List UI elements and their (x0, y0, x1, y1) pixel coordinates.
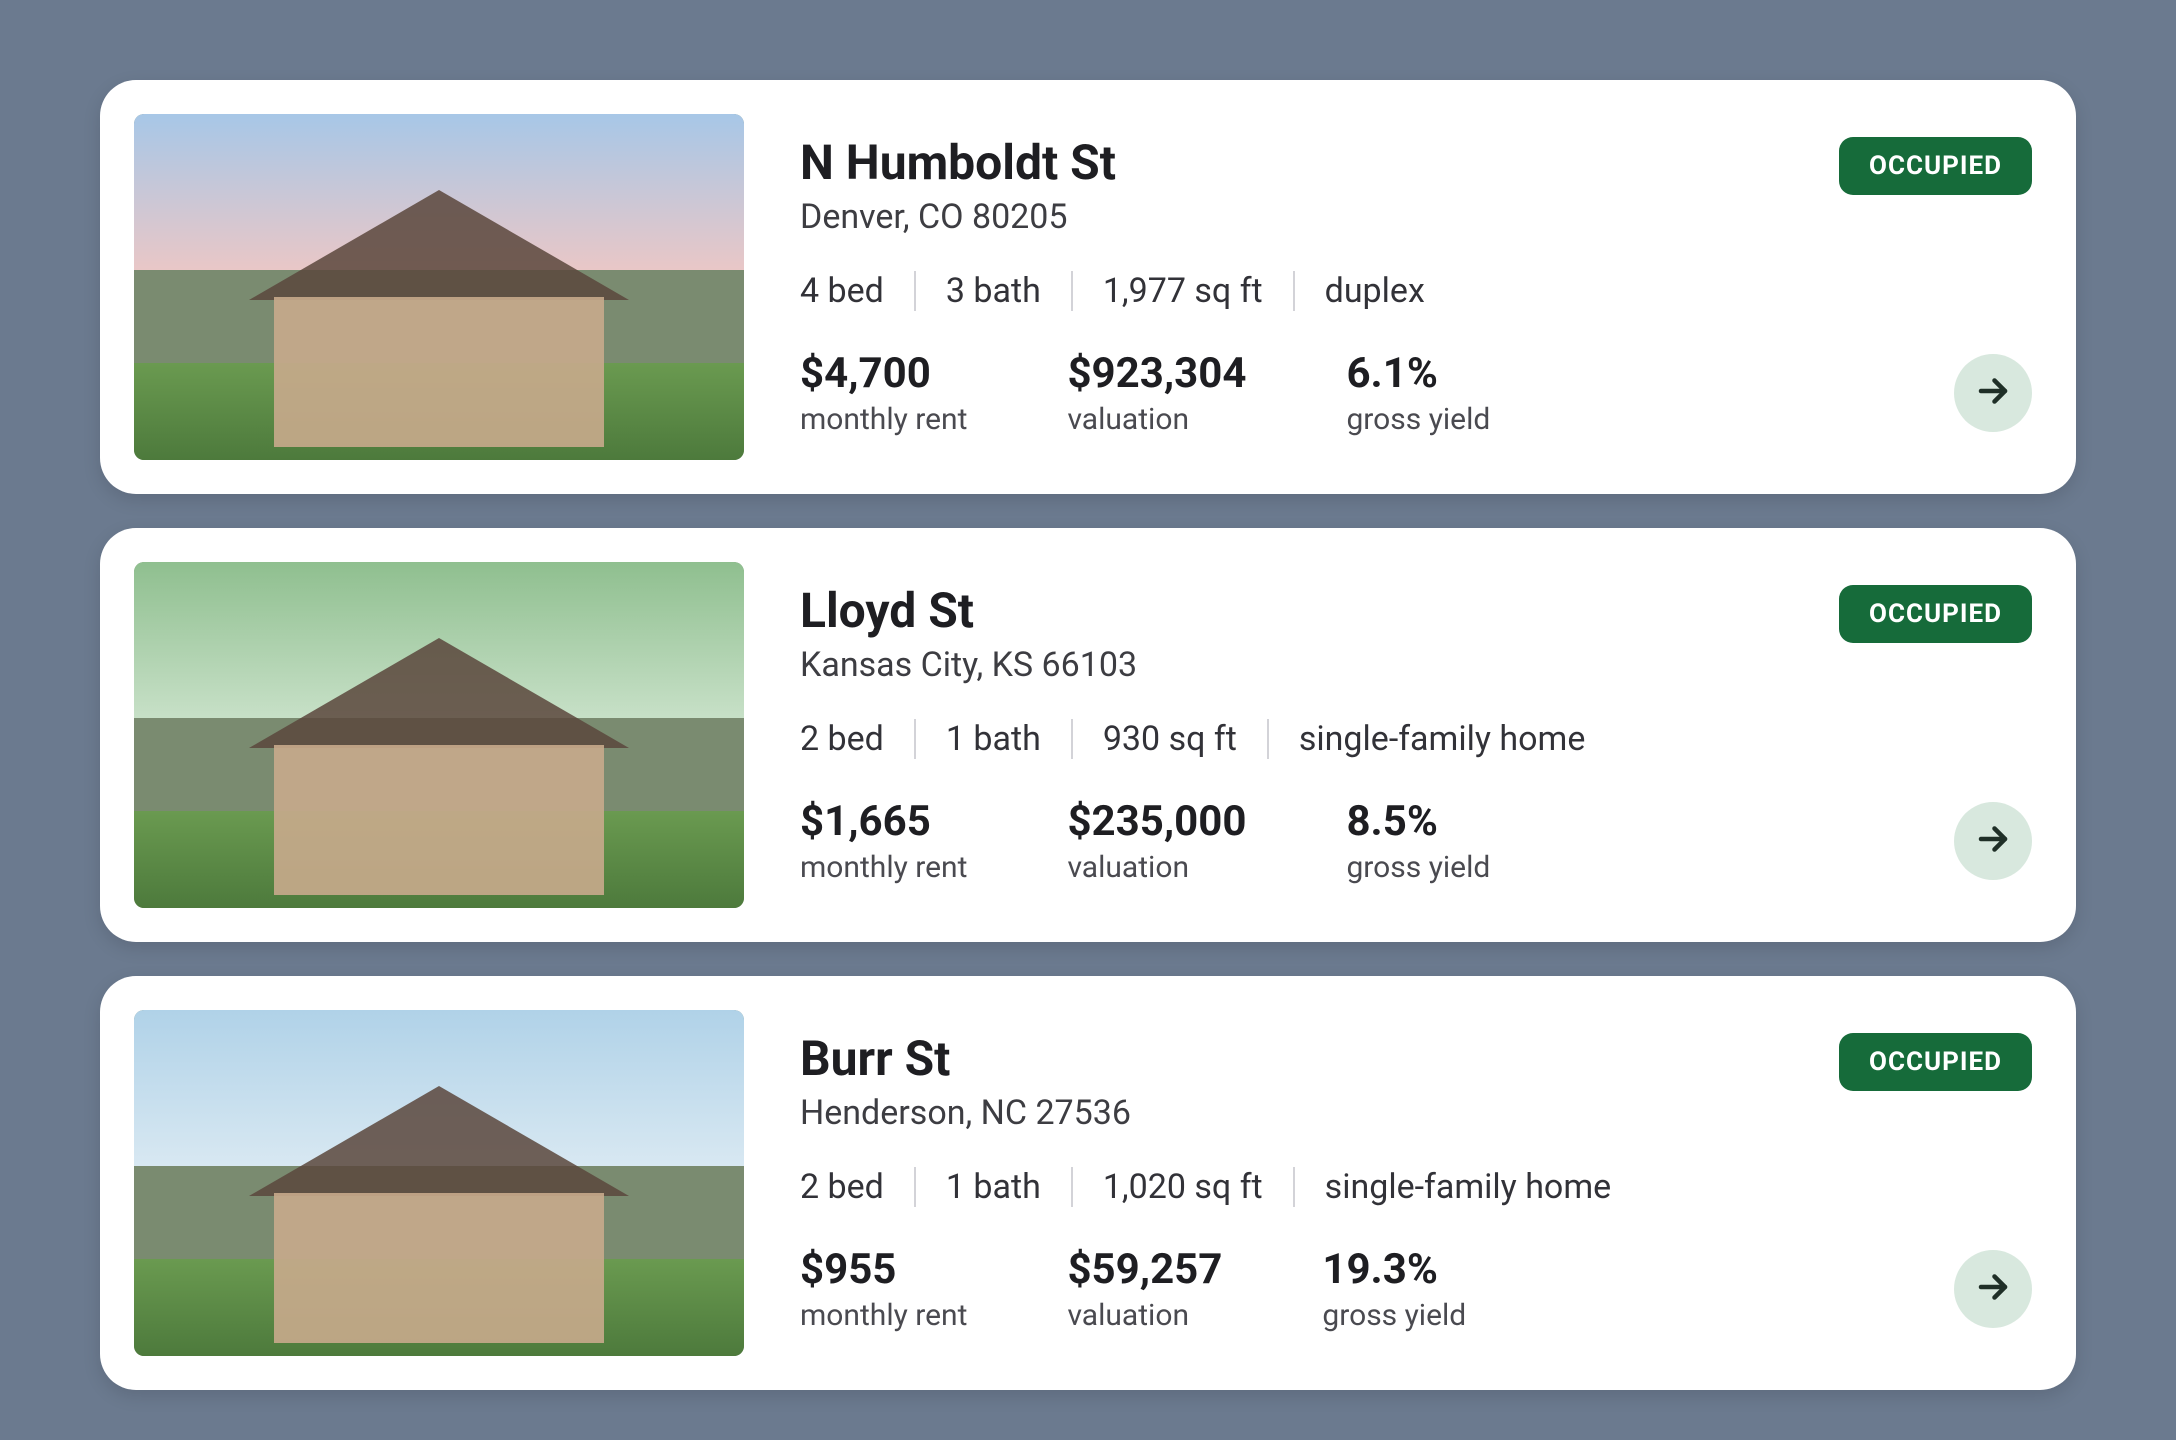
property-thumbnail (134, 562, 744, 908)
spec-type: single-family home (1295, 1167, 1642, 1207)
spec-type: single-family home (1269, 719, 1616, 759)
metric-valuation-value: $923,304 (1067, 349, 1246, 398)
spec-bath: 1 bath (916, 1167, 1073, 1207)
property-specs: 2 bed 1 bath 930 sq ft single-family hom… (800, 719, 2032, 759)
metric-yield-label: gross yield (1322, 1298, 1466, 1333)
arrow-right-icon (1975, 373, 2011, 413)
arrow-right-icon (1975, 1269, 2011, 1309)
metric-yield-value: 8.5% (1346, 797, 1490, 846)
property-title: N Humboldt St (800, 137, 1116, 190)
property-title: Burr St (800, 1033, 1131, 1086)
metric-valuation-label: valuation (1067, 1298, 1222, 1333)
property-card[interactable]: Lloyd St Kansas City, KS 66103 OCCUPIED … (100, 528, 2076, 942)
metric-rent-value: $955 (800, 1245, 967, 1294)
property-thumbnail (134, 114, 744, 460)
spec-sqft: 1,977 sq ft (1073, 271, 1295, 311)
status-badge: OCCUPIED (1839, 1033, 2032, 1091)
status-badge: OCCUPIED (1839, 585, 2032, 643)
metric-yield-label: gross yield (1346, 402, 1490, 437)
spec-bed: 4 bed (800, 271, 916, 311)
spec-bath: 3 bath (916, 271, 1073, 311)
metric-valuation-label: valuation (1067, 850, 1246, 885)
spec-bed: 2 bed (800, 719, 916, 759)
view-details-button[interactable] (1954, 802, 2032, 880)
spec-bed: 2 bed (800, 1167, 916, 1207)
metric-yield-value: 6.1% (1346, 349, 1490, 398)
arrow-right-icon (1975, 821, 2011, 861)
metric-rent-value: $1,665 (800, 797, 967, 846)
metric-yield-label: gross yield (1346, 850, 1490, 885)
metric-rent-label: monthly rent (800, 1298, 967, 1333)
metric-rent-value: $4,700 (800, 349, 967, 398)
view-details-button[interactable] (1954, 354, 2032, 432)
property-location: Denver, CO 80205 (800, 197, 1116, 237)
status-badge: OCCUPIED (1839, 137, 2032, 195)
property-specs: 2 bed 1 bath 1,020 sq ft single-family h… (800, 1167, 2032, 1207)
property-specs: 4 bed 3 bath 1,977 sq ft duplex (800, 271, 2032, 311)
property-card[interactable]: Burr St Henderson, NC 27536 OCCUPIED 2 b… (100, 976, 2076, 1390)
spec-type: duplex (1295, 271, 1455, 311)
property-title: Lloyd St (800, 585, 1137, 638)
metric-valuation-value: $235,000 (1067, 797, 1246, 846)
spec-sqft: 1,020 sq ft (1073, 1167, 1295, 1207)
metric-rent-label: monthly rent (800, 850, 967, 885)
property-card[interactable]: N Humboldt St Denver, CO 80205 OCCUPIED … (100, 80, 2076, 494)
spec-sqft: 930 sq ft (1073, 719, 1269, 759)
metric-yield-value: 19.3% (1322, 1245, 1466, 1294)
view-details-button[interactable] (1954, 1250, 2032, 1328)
metric-rent-label: monthly rent (800, 402, 967, 437)
property-location: Kansas City, KS 66103 (800, 645, 1137, 685)
property-thumbnail (134, 1010, 744, 1356)
metric-valuation-label: valuation (1067, 402, 1246, 437)
metric-valuation-value: $59,257 (1067, 1245, 1222, 1294)
property-list: N Humboldt St Denver, CO 80205 OCCUPIED … (100, 80, 2076, 1390)
spec-bath: 1 bath (916, 719, 1073, 759)
property-location: Henderson, NC 27536 (800, 1093, 1131, 1133)
